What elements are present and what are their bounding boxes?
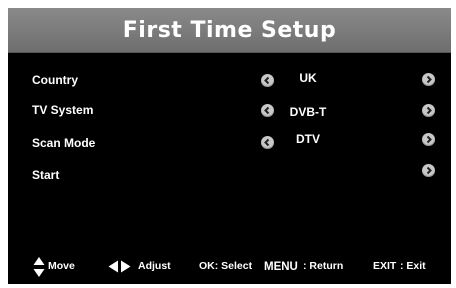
start-right-arrow-icon[interactable] — [422, 164, 435, 177]
help-bar: Move Adjust OK: Select MENU : Return EXI… — [8, 256, 451, 280]
setting-value-country: UK — [299, 71, 317, 85]
scan-mode-right-arrow-icon[interactable] — [422, 133, 435, 146]
setting-row-tv-system[interactable]: TV System DVB-T — [8, 99, 451, 123]
setting-value-tv-system: DVB-T — [289, 105, 327, 119]
left-right-triangle-icon — [108, 260, 132, 276]
setup-screen: First Time Setup Country UK TV System DV… — [8, 8, 451, 284]
help-exit-key: EXIT — [373, 260, 397, 272]
setting-label-scan-mode: Scan Mode — [32, 136, 96, 150]
help-return: : Return — [303, 260, 344, 272]
title-bar: First Time Setup — [8, 8, 451, 53]
help-select: OK: Select — [199, 260, 253, 272]
setting-label-start: Start — [32, 168, 60, 182]
up-down-triangle-icon — [33, 256, 45, 281]
setting-row-scan-mode[interactable]: Scan Mode DTV — [8, 132, 451, 156]
setting-label-country: Country — [32, 73, 78, 87]
help-move: Move — [48, 260, 75, 272]
tv-system-right-arrow-icon[interactable] — [422, 104, 435, 117]
help-return-key: MENU — [264, 261, 298, 273]
setting-row-start[interactable]: Start — [8, 164, 451, 188]
page-title: First Time Setup — [122, 17, 337, 43]
help-exit: : Exit — [400, 260, 426, 272]
setting-label-tv-system: TV System — [32, 103, 94, 117]
country-right-arrow-icon[interactable] — [422, 73, 435, 86]
help-adjust: Adjust — [138, 260, 171, 272]
setting-value-scan-mode: DTV — [296, 132, 320, 146]
setting-row-country[interactable]: Country UK — [8, 69, 451, 93]
